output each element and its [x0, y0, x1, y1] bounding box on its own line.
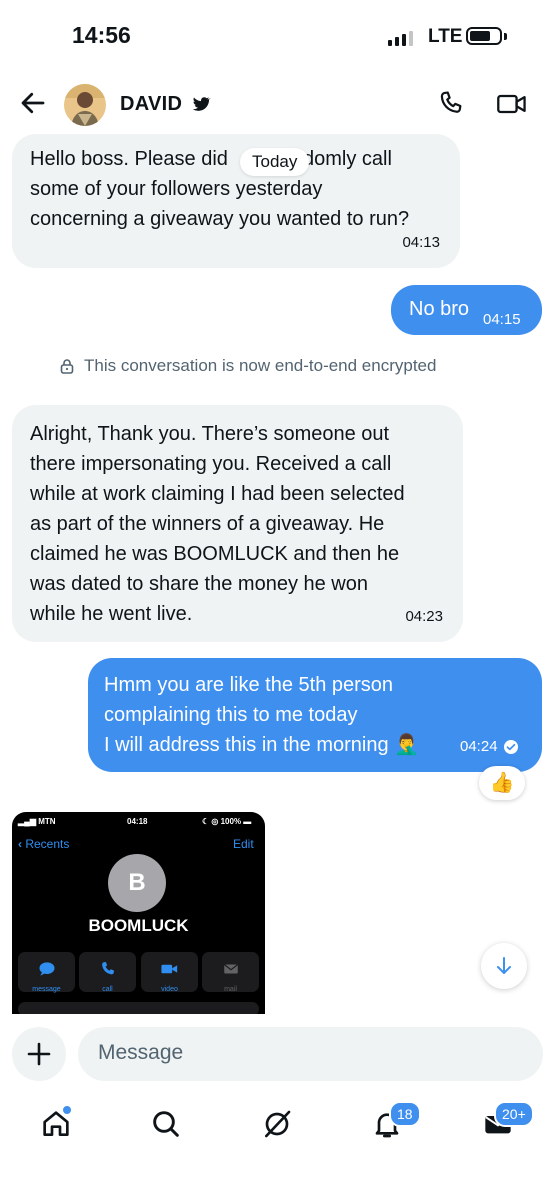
message-text: some of your followers yesterday	[30, 178, 323, 200]
phone-icon[interactable]	[437, 90, 465, 118]
attachment-list-row	[18, 1002, 259, 1014]
bird-icon	[192, 97, 211, 111]
message-meta: 04:24	[460, 732, 519, 762]
attachment-action-message: message	[18, 952, 75, 993]
image-attachment[interactable]: ▂▄▆ MTN 04:18 ☾ ◎ 100% ▬ ‹ Recents Edit …	[12, 812, 265, 1014]
message-bubble-icon	[39, 962, 54, 976]
attachment-carrier: ▂▄▆ MTN	[18, 817, 56, 826]
home-notification-dot	[61, 1104, 73, 1116]
message-text: Hello boss. Please did ndomly call	[30, 148, 392, 170]
message-timestamp: 04:15	[483, 311, 521, 328]
message-incoming[interactable]: Hello boss. Please did ndomly call some o…	[12, 134, 460, 268]
attachment-battery: ☾ ◎ 100% ▬	[202, 817, 252, 826]
date-chip: Today	[240, 148, 310, 176]
video-camera-icon	[160, 964, 177, 974]
grok-icon[interactable]	[261, 1108, 293, 1140]
message-text: complaining this to me today	[104, 704, 358, 726]
message-text: while he went live.	[30, 603, 193, 625]
scroll-to-bottom-button[interactable]	[481, 943, 527, 989]
messages-badge: 20+	[494, 1101, 534, 1127]
attachment-contact-avatar: B	[108, 854, 166, 912]
contact-name[interactable]: DAVID	[120, 93, 182, 116]
video-camera-icon[interactable]	[496, 90, 528, 118]
attachment-edit: Edit	[233, 837, 254, 851]
encryption-text: This conversation is now end-to-end encr…	[84, 356, 437, 375]
message-timestamp: 04:24	[460, 738, 498, 755]
attachment-contact-name: BOOMLUCK	[88, 916, 189, 935]
signal-icon	[388, 30, 413, 46]
message-input-placeholder: Message	[98, 1041, 184, 1064]
back-arrow-icon[interactable]	[18, 88, 48, 118]
attachment-back: ‹ Recents	[18, 837, 70, 851]
network-type: LTE	[428, 26, 463, 47]
thumbs-up-reaction[interactable]: 👍	[479, 766, 525, 800]
phone-icon	[101, 962, 114, 975]
message-text: claimed he was BOOMLUCK and then he	[30, 543, 400, 565]
mail-icon	[223, 964, 238, 974]
message-text: Hmm you are like the 5th person	[104, 674, 394, 696]
attachment-action-video: video	[141, 952, 198, 993]
arrow-down-icon	[497, 957, 511, 974]
notifications-badge: 18	[389, 1101, 421, 1127]
message-text: while at work claiming I had been select…	[30, 483, 405, 505]
attachment-action-call: call	[79, 952, 136, 993]
message-text: there impersonating you. Received a call	[30, 453, 392, 475]
battery-icon	[466, 27, 502, 45]
read-check-icon	[503, 740, 518, 754]
search-icon[interactable]	[150, 1108, 182, 1140]
attachment-time: 04:18	[127, 817, 148, 826]
message-timestamp: 04:13	[402, 234, 440, 251]
plus-icon	[27, 1042, 51, 1066]
lock-icon	[60, 359, 74, 374]
message-text: concerning a giveaway you wanted to run?	[30, 208, 410, 230]
status-time: 14:56	[72, 22, 131, 48]
encryption-notice: This conversation is now end-to-end encr…	[60, 356, 436, 376]
message-outgoing[interactable]: No bro 04:15	[391, 285, 542, 335]
battery-cap	[504, 33, 507, 40]
message-incoming[interactable]: Alright, Thank you. There’s someone out …	[12, 405, 463, 642]
message-outgoing[interactable]: Hmm you are like the 5th person complain…	[88, 658, 542, 772]
add-media-button[interactable]	[12, 1027, 66, 1081]
message-text: No bro	[409, 298, 470, 320]
message-timestamp: 04:23	[405, 608, 443, 625]
message-text: Alright, Thank you. There’s someone out	[30, 423, 390, 445]
message-text: was dated to share the money he won	[30, 573, 368, 595]
attachment-action-mail: mail	[202, 952, 259, 993]
avatar[interactable]	[64, 84, 106, 126]
message-text: as part of the winners of a giveaway. He	[30, 513, 385, 535]
